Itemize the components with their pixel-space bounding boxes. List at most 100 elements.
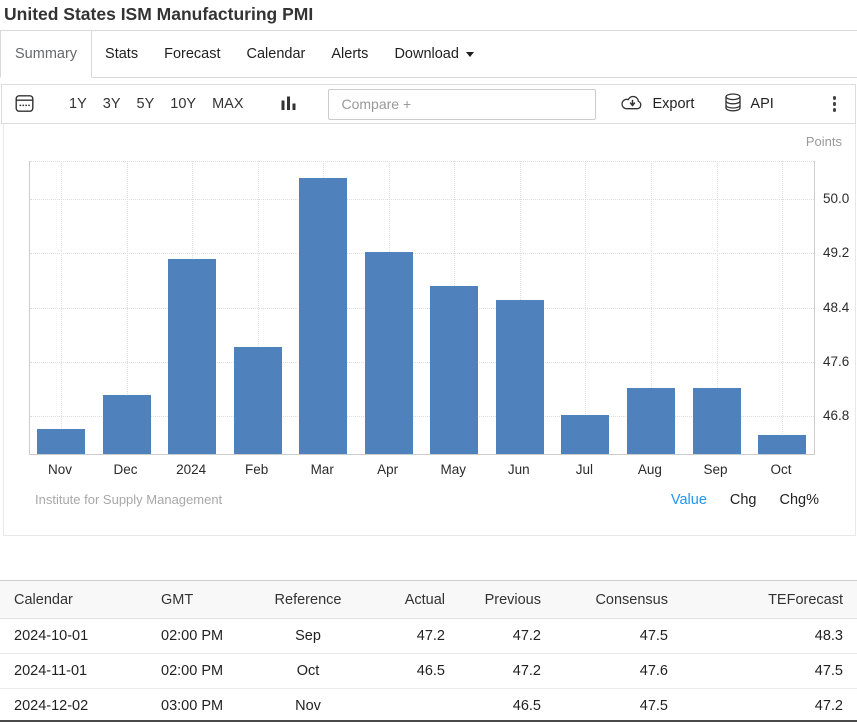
table-row: 2024-12-0203:00 PMNov46.547.547.2 — [0, 689, 857, 722]
compare-input[interactable] — [328, 89, 596, 120]
column-header-calendar: Calendar — [0, 581, 147, 619]
bar-feb — [234, 347, 282, 454]
table-cell: 02:00 PM — [147, 619, 260, 654]
table-cell: 03:00 PM — [147, 689, 260, 722]
table-row: 2024-11-0102:00 PMOct46.547.247.647.5 — [0, 654, 857, 689]
more-options-button[interactable] — [829, 92, 841, 117]
x-axis-label: Nov — [25, 462, 95, 477]
range-3y[interactable]: 3Y — [103, 96, 121, 112]
range-max[interactable]: MAX — [212, 96, 243, 112]
x-axis-label: Oct — [746, 462, 816, 477]
x-axis-label: Mar — [287, 462, 357, 477]
table-cell: Sep — [260, 619, 356, 654]
chart-type-button[interactable] — [281, 95, 296, 113]
bar-may — [430, 286, 478, 454]
bar-mar — [299, 178, 347, 454]
x-axis-label: Feb — [222, 462, 292, 477]
tab-label: Alerts — [331, 46, 368, 62]
column-header-previous: Previous — [459, 581, 555, 619]
column-header-consensus: Consensus — [555, 581, 682, 619]
x-axis-label: 2024 — [156, 462, 226, 477]
calendar-table: CalendarGMTReferenceActualPreviousConsen… — [0, 580, 857, 722]
table-cell: 2024-10-01 — [0, 619, 147, 654]
chart-mode-switch: Value Chg Chg% — [671, 492, 819, 508]
tab-label: Stats — [105, 46, 138, 62]
bar-nov — [37, 429, 85, 454]
tab-alerts[interactable]: Alerts — [318, 31, 381, 78]
table-cell: 02:00 PM — [147, 654, 260, 689]
bar-aug — [627, 388, 675, 454]
x-axis-label: Jun — [484, 462, 554, 477]
mode-chgpct[interactable]: Chg% — [780, 492, 820, 508]
y-axis-label: 49.2 — [823, 245, 857, 261]
bar-chart-icon — [281, 95, 296, 113]
kebab-menu-icon — [833, 96, 837, 112]
table-cell: 2024-12-02 — [0, 689, 147, 722]
tab-label: Download — [394, 46, 459, 62]
cloud-download-icon — [621, 94, 644, 115]
table-cell: 47.2 — [459, 654, 555, 689]
range-selector: 1Y 3Y 5Y 10Y MAX — [34, 95, 243, 113]
range-10y[interactable]: 10Y — [170, 96, 196, 112]
range-5y[interactable]: 5Y — [137, 96, 155, 112]
tab-label: Calendar — [247, 46, 306, 62]
table-cell: 47.2 — [682, 689, 857, 722]
tab-stats[interactable]: Stats — [92, 31, 151, 78]
database-icon — [724, 93, 742, 116]
page-title: United States ISM Manufacturing PMI — [0, 0, 857, 31]
gridline — [30, 308, 814, 309]
chevron-down-icon — [466, 52, 474, 57]
table-header-row: CalendarGMTReferenceActualPreviousConsen… — [0, 581, 857, 619]
column-header-teforecast: TEForecast — [682, 581, 857, 619]
gridline — [585, 161, 586, 454]
api-label: API — [750, 96, 773, 112]
table-row: 2024-10-0102:00 PMSep47.247.247.548.3 — [0, 619, 857, 654]
x-axis-label: Apr — [353, 462, 423, 477]
table-cell: 46.5 — [459, 689, 555, 722]
tab-calendar[interactable]: Calendar — [234, 31, 319, 78]
table-cell: Nov — [260, 689, 356, 722]
table-cell: Oct — [260, 654, 356, 689]
x-axis-label: Sep — [681, 462, 751, 477]
tab-summary[interactable]: Summary — [0, 31, 92, 78]
mode-value[interactable]: Value — [671, 492, 707, 508]
chart: Points 46.847.648.449.250.0NovDec2024Feb… — [3, 124, 856, 536]
gridline — [30, 253, 814, 254]
mode-chg[interactable]: Chg — [730, 492, 757, 508]
gridline — [61, 161, 62, 454]
bar-dec — [103, 395, 151, 454]
tab-download[interactable]: Download — [381, 31, 487, 78]
x-axis-label: Jul — [549, 462, 619, 477]
table-cell: 47.2 — [356, 619, 459, 654]
tab-forecast[interactable]: Forecast — [151, 31, 233, 78]
date-range-button[interactable] — [15, 93, 34, 116]
bar-oct — [758, 435, 806, 454]
tabbar: Summary Stats Forecast Calendar Alerts Downlo… — [0, 31, 857, 78]
tab-label: Summary — [15, 46, 77, 62]
table-cell: 47.5 — [682, 654, 857, 689]
calendar-icon — [15, 101, 34, 116]
column-header-reference: Reference — [260, 581, 356, 619]
tab-label: Forecast — [164, 46, 220, 62]
table-cell: 47.2 — [459, 619, 555, 654]
table-cell — [356, 689, 459, 722]
bar-jun — [496, 300, 544, 454]
gridline — [30, 161, 814, 162]
chart-toolbar: 1Y 3Y 5Y 10Y MAX Export — [1, 84, 856, 124]
export-label: Export — [652, 96, 694, 112]
y-axis-label: 48.4 — [823, 300, 857, 316]
y-axis-label: 46.8 — [823, 408, 857, 424]
bar-sep — [693, 388, 741, 454]
y-axis-label: 50.0 — [823, 191, 857, 207]
range-1y[interactable]: 1Y — [69, 96, 87, 112]
x-axis-label: May — [418, 462, 488, 477]
x-axis-label: Aug — [615, 462, 685, 477]
chart-source: Institute for Supply Management — [35, 492, 222, 507]
export-button[interactable]: Export — [621, 94, 694, 115]
axis-unit-label: Points — [806, 134, 842, 149]
table-cell: 2024-11-01 — [0, 654, 147, 689]
api-button[interactable]: API — [724, 93, 773, 116]
y-axis-label: 47.6 — [823, 354, 857, 370]
chart-footer: Institute for Supply Management Value Chg… — [35, 492, 819, 508]
table-cell: 48.3 — [682, 619, 857, 654]
